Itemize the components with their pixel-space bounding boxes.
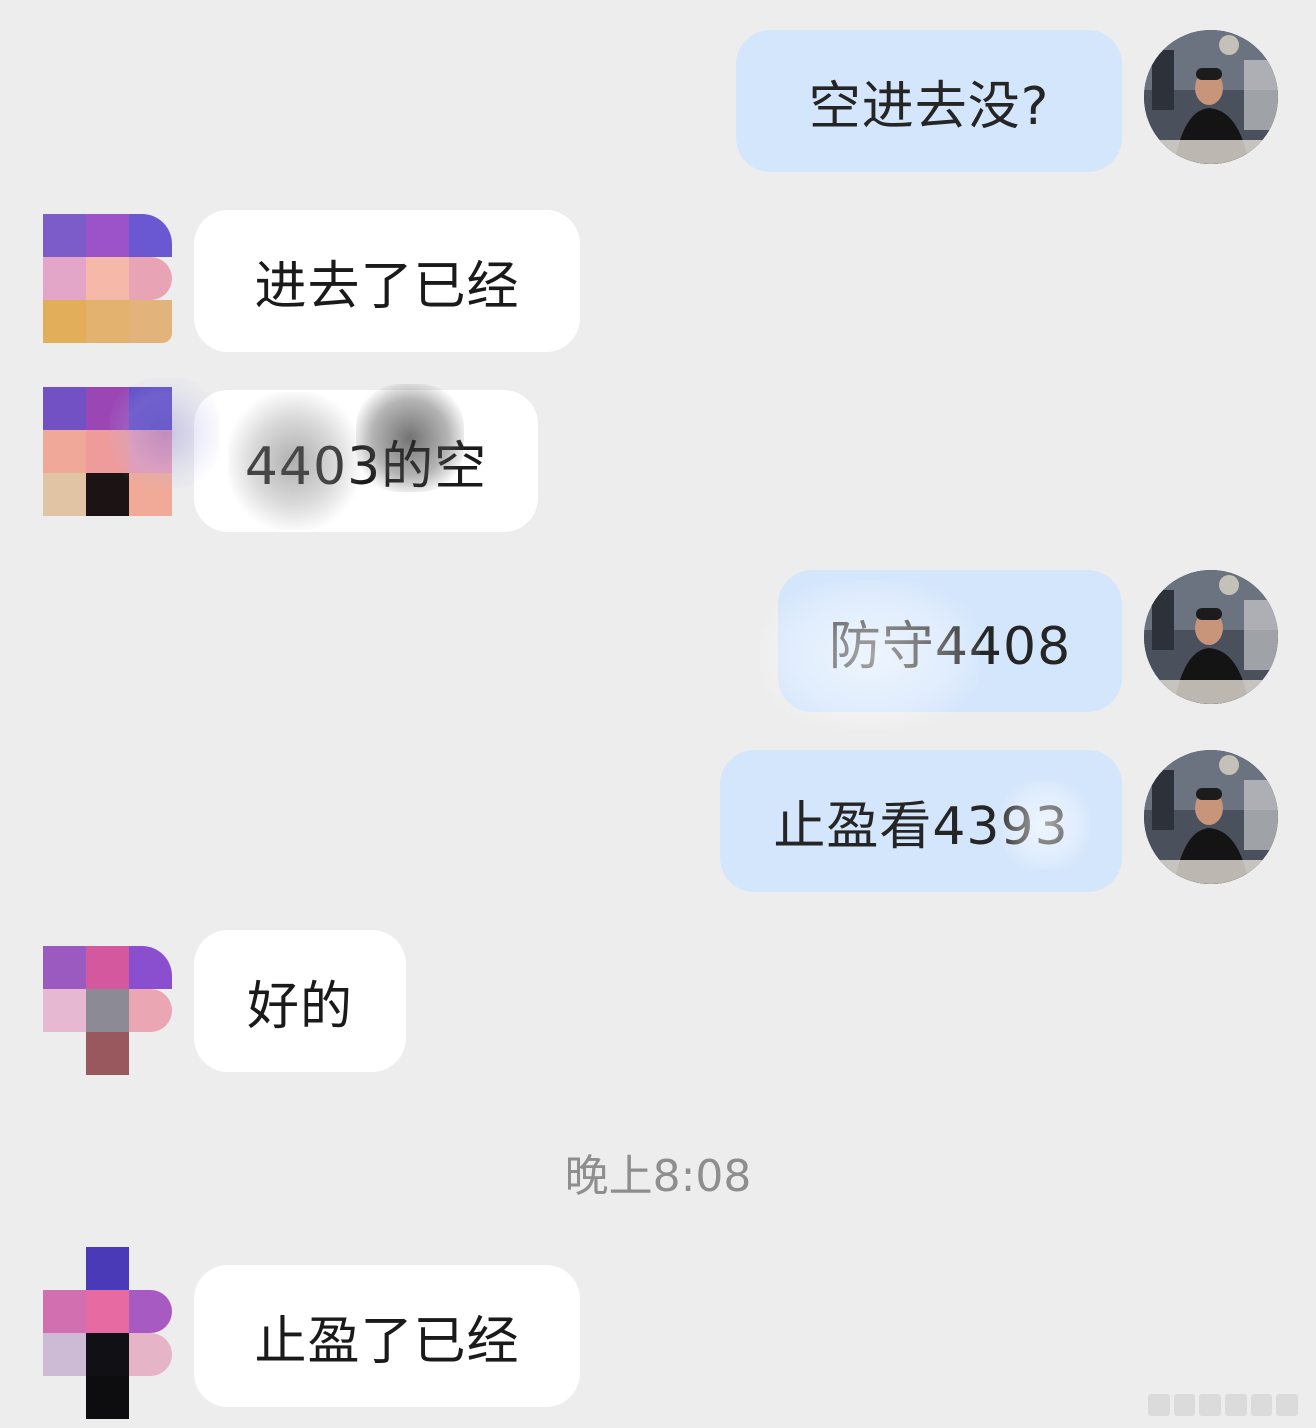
message-text: 止盈了已经 (254, 1311, 520, 1372)
message-text: 空进去没? (808, 76, 1050, 137)
message-text: 进去了已经 (254, 256, 520, 317)
timestamp: 晚上8:08 (564, 1151, 752, 1202)
contact-avatar[interactable] (43, 946, 173, 1076)
message-text: 好的 (246, 976, 353, 1037)
message-text: 4403的空 (244, 436, 488, 497)
my-avatar[interactable] (1144, 750, 1278, 884)
my-avatar[interactable] (1144, 570, 1278, 704)
person-photo-icon (1144, 30, 1278, 164)
contact-avatar[interactable] (43, 387, 173, 517)
message-bubble-outgoing[interactable]: 空进去没? (736, 30, 1122, 172)
my-avatar[interactable] (1144, 30, 1278, 164)
message-bubble-incoming[interactable]: 进去了已经 (194, 210, 580, 352)
message-text: 防守4408 (828, 616, 1072, 677)
message-bubble-incoming[interactable]: 4403的空 (194, 390, 538, 532)
contact-avatar[interactable] (43, 214, 173, 344)
contact-avatar[interactable] (43, 1247, 173, 1419)
message-bubble-outgoing[interactable]: 止盈看4393 (720, 750, 1122, 892)
person-photo-icon (1144, 750, 1278, 884)
message-text: 止盈看4393 (773, 796, 1069, 857)
message-bubble-incoming[interactable]: 止盈了已经 (194, 1265, 580, 1407)
message-bubble-outgoing[interactable]: 防守4408 (778, 570, 1122, 712)
person-photo-icon (1144, 570, 1278, 704)
watermark (1148, 1394, 1299, 1416)
message-bubble-incoming[interactable]: 好的 (194, 930, 406, 1072)
